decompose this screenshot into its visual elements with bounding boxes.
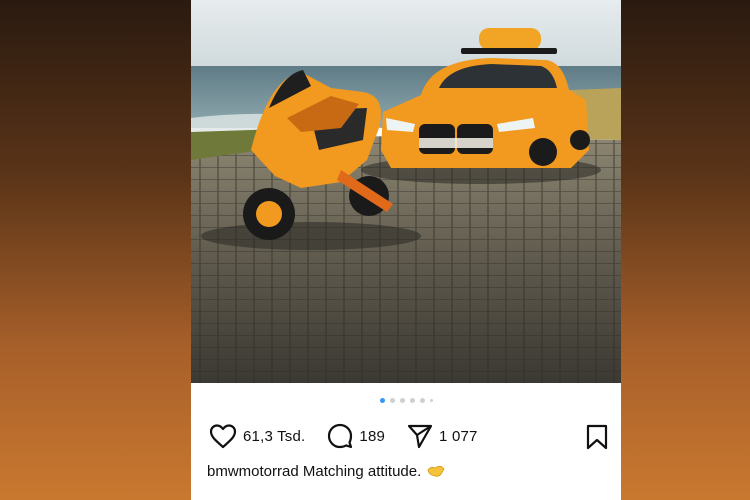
post-actions: 61,3 Tsd. 189 1 077 <box>209 421 609 451</box>
carousel-dot[interactable] <box>389 398 395 403</box>
post-caption: bmwmotorrad Matching attitude. <box>207 463 445 482</box>
carousel-dot[interactable] <box>399 398 405 403</box>
handshake-emoji-icon <box>427 464 445 482</box>
caption-text: Matching attitude. <box>302 463 422 480</box>
post-card: 61,3 Tsd. 189 1 077 bmwmotorrad Matching… <box>191 0 621 500</box>
heart-icon <box>209 424 237 449</box>
carousel-dot[interactable] <box>419 398 425 403</box>
carousel-dot[interactable] <box>409 398 415 403</box>
like-count: 61,3 Tsd. <box>243 427 306 445</box>
share-count: 1 077 <box>439 427 478 445</box>
share-button[interactable]: 1 077 <box>407 423 478 449</box>
bookmark-icon <box>586 424 608 450</box>
comment-count: 189 <box>359 427 386 445</box>
comment-button[interactable]: 189 <box>327 423 385 449</box>
caption-username[interactable]: bmwmotorrad <box>207 463 299 480</box>
send-icon <box>407 424 433 449</box>
comment-icon <box>328 423 353 449</box>
post-photo[interactable] <box>191 0 621 383</box>
carousel-dot[interactable] <box>429 399 433 402</box>
save-button[interactable] <box>585 424 609 455</box>
carousel-dot-active[interactable] <box>379 398 385 403</box>
carousel-indicator[interactable] <box>191 398 621 406</box>
like-button[interactable]: 61,3 Tsd. <box>209 423 305 449</box>
